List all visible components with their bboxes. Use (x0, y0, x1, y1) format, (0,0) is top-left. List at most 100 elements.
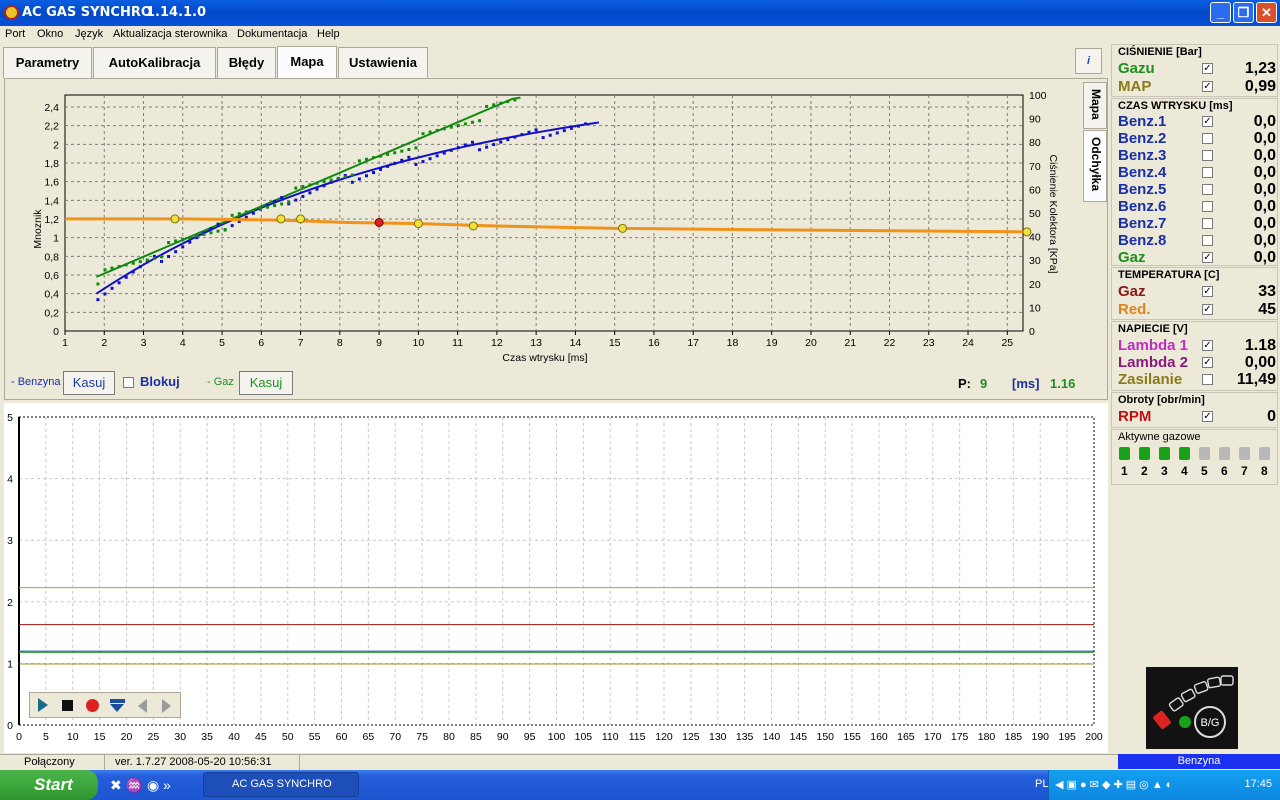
tab-bledy[interactable]: Błędy (217, 47, 276, 78)
benzyna-point (372, 171, 376, 175)
tab-ustawienia[interactable]: Ustawienia (338, 47, 428, 78)
tab-parametry[interactable]: Parametry (3, 47, 92, 78)
log-x-tick-label: 5 (43, 731, 49, 743)
menu-jezyk[interactable]: Język (75, 28, 103, 40)
side-tab-odchylka[interactable]: Odchyłka (1083, 130, 1107, 202)
stop-icon[interactable] (62, 700, 73, 711)
blokuj-checkbox[interactable] (123, 377, 134, 388)
sensor-name: Benz.5 (1118, 181, 1167, 198)
menu-dokumentacja[interactable]: Dokumentacja (237, 28, 307, 40)
injector-icon (1179, 447, 1190, 460)
map-x-tick-label: 1 (62, 337, 68, 349)
menu-port[interactable]: Port (5, 28, 25, 40)
map-y2-tick-label: 60 (1029, 184, 1041, 196)
map-panel: 1 2 3 4 5 6 7 8 9 10 11 12 13 14 15 16 17 18 19 20 21 22 23 24 2… (4, 78, 1108, 400)
play-icon[interactable] (38, 698, 48, 712)
sensor-checkbox[interactable]: ✓ (1202, 304, 1213, 315)
side-tab-mapa[interactable]: Mapa (1083, 82, 1107, 129)
benzyna-point (463, 143, 467, 147)
sensor-checkbox[interactable] (1202, 201, 1213, 212)
gaz-point (237, 212, 241, 216)
maximize-button[interactable]: ❐ (1233, 2, 1254, 23)
injector-number: 5 (1201, 464, 1208, 478)
menu-help[interactable]: Help (317, 28, 340, 40)
tab-autokalibracja[interactable]: AutoKalibracja (93, 47, 216, 78)
obroty-header: Obroty [obr/min] (1118, 394, 1205, 406)
tab-mapa[interactable]: Mapa (277, 46, 337, 79)
gaz-point (336, 176, 340, 180)
gaz-point (322, 180, 326, 184)
start-button[interactable]: Start (0, 770, 98, 800)
log-x-tick-label: 95 (524, 731, 536, 743)
language-indicator[interactable]: PL (1035, 778, 1048, 790)
sensor-checkbox[interactable]: ✓ (1202, 357, 1213, 368)
sensor-checkbox[interactable] (1202, 133, 1213, 144)
napiecie-row: Zasilanie 11,49 (1118, 371, 1276, 388)
benzyna-point (131, 270, 135, 274)
sensor-checkbox[interactable]: ✓ (1202, 340, 1213, 351)
gaz-point (273, 204, 277, 208)
map-y-tick-label: 0,4 (44, 289, 59, 301)
sensor-checkbox[interactable] (1202, 218, 1213, 229)
sensor-name: Lambda 2 (1118, 354, 1189, 371)
map-y-tick-label: 0,8 (44, 251, 59, 263)
temperatura-row: Gaz ✓ 33 (1118, 283, 1276, 300)
sensor-checkbox[interactable] (1202, 184, 1213, 195)
map-x-tick-label: 4 (180, 337, 186, 349)
menu-bar: Port Okno Język Aktualizacja sterownika … (0, 26, 1280, 44)
quicklaunch-icons[interactable]: ✖ ♒ ◉ » (110, 777, 171, 794)
gaz-point (131, 261, 135, 265)
map-x-label: Czas wtrysku [ms] (502, 352, 587, 364)
log-plot-area (18, 416, 1095, 726)
map-y-tick-label: 1,2 (44, 214, 59, 226)
temperatura-row: Red. ✓ 45 (1118, 301, 1276, 318)
gaz-point (386, 152, 390, 156)
sensor-checkbox[interactable] (1202, 374, 1213, 385)
taskbar: Start ✖ ♒ ◉ » AC GAS SYNCHRO PL ◀ ▣ ● ✉ … (0, 770, 1280, 800)
gaz-point (400, 149, 404, 153)
sensor-checkbox[interactable]: ✓ (1202, 411, 1213, 422)
close-button[interactable]: ✕ (1256, 2, 1277, 23)
record-icon[interactable] (86, 699, 99, 712)
map-y-tick-label: 1,6 (44, 177, 59, 189)
log-x-tick-label: 115 (629, 731, 646, 743)
taskbar-app-button[interactable]: AC GAS SYNCHRO (203, 772, 359, 797)
sensor-checkbox[interactable]: ✓ (1202, 286, 1213, 297)
sensor-panel: CIŚNIENIE [Bar] Gazu ✓ 1,23 MAP ✓ 0,99 CZAS WT… (1110, 44, 1280, 756)
gaz-point (301, 184, 305, 188)
kasuj-benzyna-button[interactable]: Kasuj (63, 371, 115, 395)
czas-row: Benz.7 0,0 (1118, 215, 1276, 232)
prev-icon[interactable] (138, 699, 147, 713)
log-x-tick-label: 10 (67, 731, 79, 743)
czas-row: Benz.8 0,0 (1118, 232, 1276, 249)
log-x-tick-label: 135 (736, 731, 754, 743)
minimize-button[interactable]: _ (1210, 2, 1231, 23)
map-x-tick-label: 5 (219, 337, 225, 349)
injector-number: 1 (1121, 464, 1128, 478)
gaz-point (393, 151, 397, 155)
tray-icons[interactable]: ◀ ▣ ● ✉ ◆ ✚ ▤ ◎ ▲ ◐ (1055, 778, 1172, 791)
czas-row: Benz.3 0,0 (1118, 147, 1276, 164)
gaz-point (251, 208, 255, 212)
log-x-tick-label: 185 (1005, 731, 1023, 743)
next-icon[interactable] (162, 699, 171, 713)
sensor-checkbox[interactable] (1202, 235, 1213, 246)
sensor-checkbox[interactable]: ✓ (1202, 81, 1213, 92)
map-y-tick-label: 0,2 (44, 307, 59, 319)
gaz-point (287, 200, 291, 204)
map-x-tick-label: 13 (530, 337, 542, 349)
sensor-checkbox[interactable]: ✓ (1202, 252, 1213, 263)
download-icon[interactable] (110, 699, 125, 712)
benzyna-point (117, 281, 121, 285)
sensor-checkbox[interactable] (1202, 167, 1213, 178)
menu-aktualizacja[interactable]: Aktualizacja sterownika (113, 28, 227, 40)
map-y2-tick-label: 90 (1029, 114, 1041, 126)
injector-icon (1159, 447, 1170, 460)
sensor-checkbox[interactable]: ✓ (1202, 63, 1213, 74)
gaz-point (350, 173, 354, 177)
kasuj-gaz-button[interactable]: Kasuj (239, 371, 293, 395)
info-button[interactable]: i (1075, 48, 1102, 74)
sensor-checkbox[interactable] (1202, 150, 1213, 161)
sensor-checkbox[interactable]: ✓ (1202, 116, 1213, 127)
menu-okno[interactable]: Okno (37, 28, 63, 40)
